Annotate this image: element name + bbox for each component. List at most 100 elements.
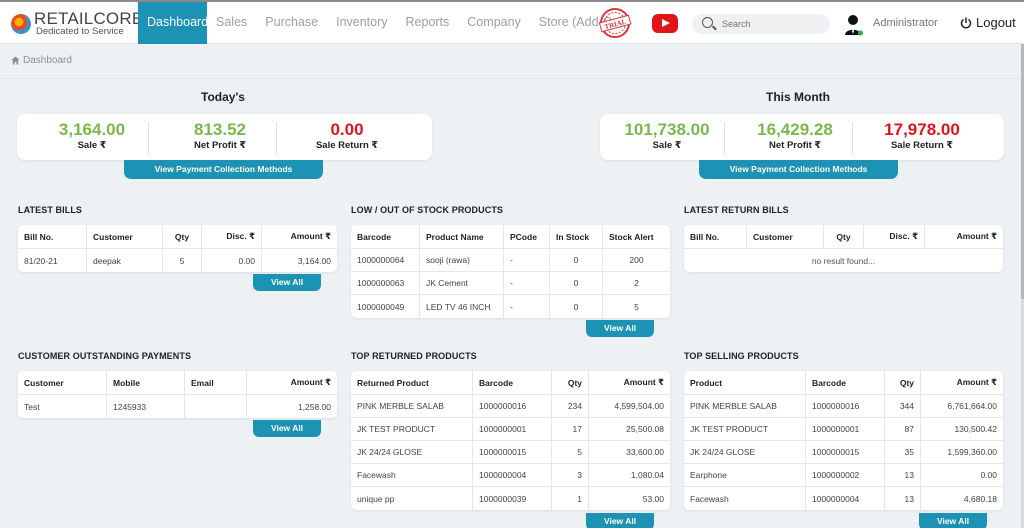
today-payment-methods-button[interactable]: View Payment Collection Methods xyxy=(124,160,323,179)
cell-amount: 6,761,664.00 xyxy=(921,395,1003,418)
nav-dashboard[interactable]: Dashboard xyxy=(138,2,208,44)
table-row[interactable]: JK 24/24 GLOSE 1000000015 35 1,599,360.0… xyxy=(684,441,1003,464)
col-amount: Amount ₹ xyxy=(921,371,1003,395)
nav-purchase[interactable]: Purchase xyxy=(256,2,327,44)
cell-amount: 1,080.04 xyxy=(589,464,670,487)
top-selling-table: Product Barcode Qty Amount ₹ PINK MERBLE… xyxy=(684,371,1003,510)
month-profit-value: 16,429.28 xyxy=(757,120,833,139)
table-row[interactable]: unique pp 1000000039 1 53.00 xyxy=(351,487,670,510)
cell-qty: 5 xyxy=(163,249,202,272)
table-row[interactable]: JK 24/24 GLOSE 1000000015 5 33,600.00 xyxy=(351,441,670,464)
col-bill-no: Bill No. xyxy=(684,225,747,249)
cell-product: JK TEST PRODUCT xyxy=(351,418,473,441)
nav-company[interactable]: Company xyxy=(458,2,530,44)
cell-barcode: 1000000049 xyxy=(351,295,420,318)
col-pcode: PCode xyxy=(504,225,550,249)
cell-customer: deepak xyxy=(87,249,163,272)
table-row[interactable]: Earphone 1000000002 13 0.00 xyxy=(684,464,1003,487)
col-customer: Customer xyxy=(18,371,107,395)
divider xyxy=(724,122,725,154)
cell-bill-no: 81/20-21 xyxy=(18,249,87,272)
col-qty: Qty xyxy=(552,371,589,395)
cell-qty: 87 xyxy=(885,418,921,441)
cell-product-name: LED TV 46 INCH xyxy=(420,295,504,318)
month-sale-value: 101,738.00 xyxy=(624,120,710,139)
col-customer: Customer xyxy=(747,225,824,249)
col-amount: Amount ₹ xyxy=(589,371,670,395)
table-row[interactable]: PINK MERBLE SALAB 1000000016 234 4,599,5… xyxy=(351,395,670,418)
youtube-icon[interactable] xyxy=(652,14,678,33)
power-icon xyxy=(960,17,972,28)
table-row[interactable]: 1000000049 LED TV 46 INCH - 0 5 xyxy=(351,295,670,318)
logo[interactable]: RETAILCORE Dedicated to Service xyxy=(11,10,143,38)
today-sale-value: 3,164.00 xyxy=(58,120,126,139)
table-row[interactable]: Facewash 1000000004 3 1,080.04 xyxy=(351,464,670,487)
table-row[interactable]: Test 1245933 1,258.00 xyxy=(18,395,337,418)
low-stock-title: LOW / OUT OF STOCK PRODUCTS xyxy=(351,205,504,215)
outstanding-view-all-button[interactable]: View All xyxy=(253,420,321,437)
cell-product: JK TEST PRODUCT xyxy=(684,418,806,441)
brand-tagline: Dedicated to Service xyxy=(36,26,124,37)
cell-amount: 130,500.42 xyxy=(921,418,1003,441)
cell-amount: 1,258.00 xyxy=(297,401,331,412)
nav-inventory[interactable]: Inventory xyxy=(327,2,396,44)
cell-qty: 17 xyxy=(552,418,589,441)
cell-qty: 13 xyxy=(885,487,921,510)
cell-product: Facewash xyxy=(684,487,806,510)
cell-pcode: - xyxy=(504,249,550,272)
month-sale-return-value: 17,978.00 xyxy=(884,120,960,139)
cell-product: Facewash xyxy=(351,464,473,487)
cell-qty: 344 xyxy=(885,395,921,418)
latest-bills-view-all-button[interactable]: View All xyxy=(253,274,321,291)
nav-sales[interactable]: Sales xyxy=(207,2,256,44)
breadcrumb-dashboard[interactable]: Dashboard xyxy=(23,55,72,66)
table-row[interactable]: 81/20-21 deepak 5 0.00 3,164.00 xyxy=(18,249,337,272)
cell-qty: 234 xyxy=(552,395,589,418)
top-returned-table: Returned Product Barcode Qty Amount ₹ PI… xyxy=(351,371,670,510)
table-row[interactable]: Facewash 1000000004 13 4,680.18 xyxy=(684,487,1003,510)
user-avatar-icon[interactable] xyxy=(844,14,864,36)
month-payment-methods-button[interactable]: View Payment Collection Methods xyxy=(699,160,898,179)
outstanding-title: CUSTOMER OUTSTANDING PAYMENTS xyxy=(18,351,192,361)
table-row[interactable]: 1000000063 JK Cement - 0 2 xyxy=(351,272,670,295)
table-row[interactable]: JK TEST PRODUCT 1000000001 17 25,500.08 xyxy=(351,418,670,441)
cell-qty: 1 xyxy=(552,487,589,510)
nav-reports[interactable]: Reports xyxy=(397,2,459,44)
outstanding-table: Customer Mobile Email Amount ₹ Test 1245… xyxy=(18,371,337,418)
top-returned-view-all-button[interactable]: View All xyxy=(586,513,654,528)
month-sale-return: 17,978.00 Sale Return ₹ xyxy=(867,120,977,151)
cell-amount: 33,600.00 xyxy=(589,441,670,464)
cell-disc: 0.00 xyxy=(202,249,262,272)
top-navbar: RETAILCORE Dedicated to Service Dashboar… xyxy=(0,0,1024,44)
today-profit-label: Net Profit ₹ xyxy=(194,140,246,151)
col-in-stock: In Stock xyxy=(550,225,603,249)
cell-barcode: 1000000016 xyxy=(473,395,552,418)
cell-product: PINK MERBLE SALAB xyxy=(684,395,806,418)
cell-amount: 4,599,504.00 xyxy=(589,395,670,418)
col-disc: Disc. ₹ xyxy=(202,225,262,249)
table-row[interactable]: JK TEST PRODUCT 1000000001 87 130,500.42 xyxy=(684,418,1003,441)
table-row[interactable]: 1000000064 sooji (rawa) - 0 200 xyxy=(351,249,670,272)
top-selling-view-all-button[interactable]: View All xyxy=(919,513,987,528)
search-input[interactable] xyxy=(722,16,822,32)
cell-pcode: - xyxy=(504,272,550,295)
cell-barcode: 1000000015 xyxy=(806,441,885,464)
cell-barcode: 1000000001 xyxy=(806,418,885,441)
search-box[interactable] xyxy=(692,14,830,34)
col-barcode: Barcode xyxy=(806,371,885,395)
cell-in-stock: 0 xyxy=(550,272,603,295)
col-qty: Qty xyxy=(885,371,921,395)
logout-button[interactable]: Logout xyxy=(960,15,1016,30)
cell-amount: 0.00 xyxy=(921,464,1003,487)
col-mobile: Mobile xyxy=(107,371,185,395)
cell-in-stock: 0 xyxy=(550,249,603,272)
col-product-name: Product Name xyxy=(420,225,504,249)
low-stock-view-all-button[interactable]: View All xyxy=(586,320,654,337)
cell-barcode: 1000000002 xyxy=(806,464,885,487)
user-name[interactable]: Administrator xyxy=(873,17,938,29)
table-header-row: Returned Product Barcode Qty Amount ₹ xyxy=(351,371,670,395)
month-profit: 16,429.28 Net Profit ₹ xyxy=(740,120,850,151)
table-row[interactable]: PINK MERBLE SALAB 1000000016 344 6,761,6… xyxy=(684,395,1003,418)
trial-stamp-icon[interactable]: TRIAL xyxy=(598,7,632,39)
cell-barcode: 1000000063 xyxy=(351,272,420,295)
